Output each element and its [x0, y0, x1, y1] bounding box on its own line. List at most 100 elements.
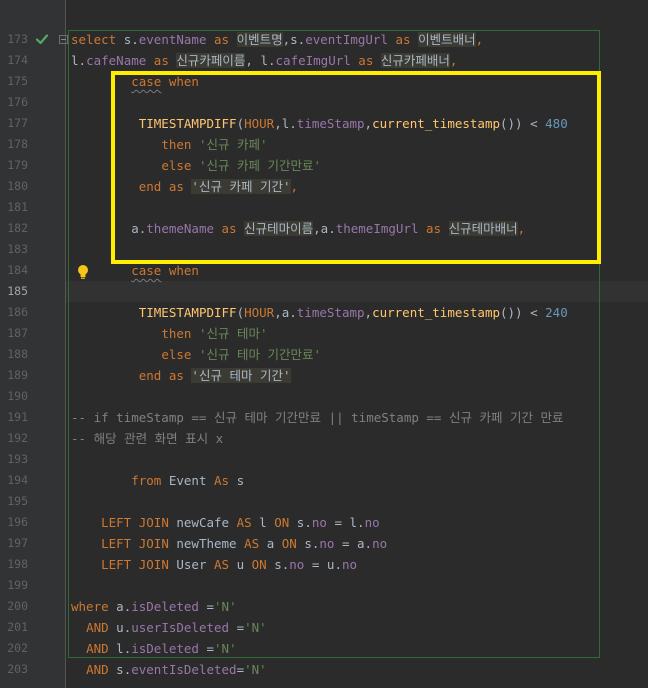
code-token: newTheme: [168, 536, 245, 551]
code-line[interactable]: TIMESTAMPDIFF(HOUR,l.timeStamp,current_t…: [71, 113, 568, 134]
code-token: ,: [517, 221, 526, 236]
code-token: AS: [236, 515, 252, 530]
code-line[interactable]: then '신규 테마': [71, 323, 267, 344]
code-token: TIMESTAMPDIFF: [138, 305, 237, 320]
code-token: no: [319, 536, 335, 551]
code-token: ()) <: [500, 116, 546, 131]
code-token: ,l.: [274, 116, 297, 131]
code-token: eventName: [138, 32, 207, 47]
code-token: case: [131, 74, 162, 89]
line-number: 186: [7, 305, 28, 319]
code-line[interactable]: TIMESTAMPDIFF(HOUR,a.timeStamp,current_t…: [71, 302, 568, 323]
code-line[interactable]: else '신규 테마 기간만료': [71, 344, 321, 365]
code-token: -- if timeStamp == 신규 테마 기간만료 || timeSta…: [71, 410, 564, 425]
code-token: =: [236, 662, 245, 677]
line-number: 187: [7, 326, 28, 340]
code-token: as: [146, 53, 177, 68]
line-number: 188: [7, 347, 28, 361]
line-number: 174: [7, 53, 28, 67]
code-line[interactable]: case when: [71, 71, 199, 92]
code-line[interactable]: LEFT JOIN User AS u ON s.no = u.no: [71, 554, 357, 575]
code-token: no: [364, 515, 380, 530]
code-token: when: [161, 74, 199, 89]
code-token: end as: [138, 179, 192, 194]
line-number: 173: [7, 32, 28, 46]
code-token: s.: [108, 662, 132, 677]
line-number: 198: [7, 557, 28, 571]
check-icon[interactable]: [35, 32, 49, 46]
code-token: 'N': [244, 620, 267, 635]
code-token: -- 해당 관련 화면 표시 x: [71, 431, 224, 446]
line-number: 178: [7, 137, 28, 151]
code-token: LEFT JOIN: [101, 557, 169, 572]
code-token: no: [311, 515, 327, 530]
code-line[interactable]: AND s.eventIsDeleted='N': [71, 659, 267, 680]
code-token: from: [131, 473, 162, 488]
code-token: as: [350, 53, 381, 68]
code-line[interactable]: LEFT JOIN newCafe AS l ON s.no = l.no: [71, 512, 380, 533]
code-token: cafeImgUrl: [275, 53, 351, 68]
editor-top-strip: [0, 0, 648, 28]
code-token: 'N': [214, 599, 237, 614]
code-line[interactable]: then '신규 카페': [71, 134, 268, 155]
code-token: 신규카페이름: [176, 53, 246, 68]
code-line[interactable]: l.cafeName as 신규카페이름, l.cafeImgUrl as 신규…: [71, 50, 457, 71]
code-token: themeName: [146, 221, 214, 236]
code-token: as: [206, 32, 237, 47]
line-number: 191: [7, 410, 28, 424]
code-token: AS: [214, 557, 230, 572]
code-line[interactable]: where a.isDeleted ='N': [71, 596, 237, 617]
code-token: = u.: [304, 557, 342, 572]
code-line[interactable]: AND u.userIsDeleted ='N': [71, 617, 267, 638]
code-line[interactable]: a.themeName as 신규테마이름,a.themeImgUrl as 신…: [71, 218, 525, 239]
code-token: s.: [289, 515, 312, 530]
code-line[interactable]: case when: [71, 260, 199, 281]
code-token: current_timestamp: [372, 116, 500, 131]
code-token: timeStamp: [296, 116, 365, 131]
code-line[interactable]: end as '신규 카페 기간',: [71, 176, 298, 197]
code-line[interactable]: LEFT JOIN newTheme AS a ON s.no = a.no: [71, 533, 387, 554]
code-token: Event: [161, 473, 215, 488]
code-token: ON: [274, 515, 290, 530]
code-token: select: [71, 32, 124, 47]
line-number: 195: [7, 494, 28, 508]
code-line[interactable]: select s.eventName as 이벤트명,s.eventImgUrl…: [71, 29, 483, 50]
line-number: 203: [7, 662, 28, 676]
fold-icon[interactable]: [59, 35, 68, 44]
code-line[interactable]: else '신규 카페 기간만료': [71, 155, 321, 176]
line-number: 183: [7, 242, 28, 256]
code-token: no: [289, 557, 305, 572]
code-line[interactable]: from Event As s: [71, 470, 244, 491]
code-token: newCafe: [168, 515, 237, 530]
line-number: 199: [7, 578, 28, 592]
code-token: ,: [475, 32, 484, 47]
code-token: =: [198, 599, 215, 614]
code-line[interactable]: AND l.isDeleted ='N': [71, 638, 237, 659]
code-token: 신규테마이름: [244, 221, 314, 236]
code-line[interactable]: -- 해당 관련 화면 표시 x: [71, 428, 223, 449]
code-token: , l.: [245, 53, 276, 68]
code-token: timeStamp: [296, 305, 365, 320]
code-token: = a.: [334, 536, 373, 551]
code-token: case: [131, 263, 162, 278]
code-token: then: [161, 137, 192, 152]
code-token: '신규 카페': [198, 137, 268, 152]
code-line[interactable]: end as '신규 테마 기간': [71, 365, 291, 386]
code-token: '신규 테마 기간만료': [198, 347, 322, 362]
code-line[interactable]: -- if timeStamp == 신규 테마 기간만료 || timeSta…: [71, 407, 564, 428]
code-token: ,a.: [274, 305, 297, 320]
code-token: '신규 카페 기간만료': [198, 158, 322, 173]
code-token: ,: [290, 179, 299, 194]
line-number: 177: [7, 116, 28, 130]
